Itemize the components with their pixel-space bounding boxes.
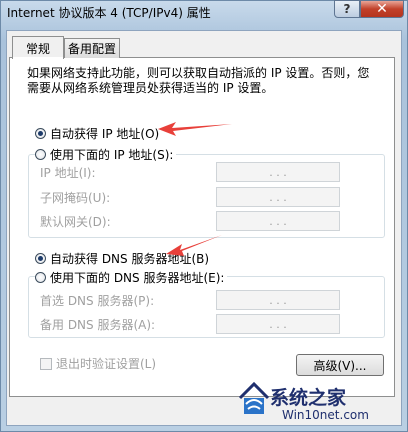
- tab-alternate-config-label: 备用配置: [67, 42, 116, 56]
- tab-alternate-config[interactable]: 备用配置: [64, 38, 120, 58]
- tab-join: [13, 57, 63, 59]
- watermark-url: Win10net.com: [282, 408, 369, 422]
- arrow-icon: [166, 235, 222, 256]
- tab-general-label: 常规: [25, 41, 50, 56]
- tab-general[interactable]: 常规: [12, 36, 64, 59]
- annotation-arrows: [158, 122, 232, 256]
- house-logo-icon: [238, 381, 270, 414]
- arrow-icon: [158, 122, 232, 136]
- watermark-brand: 系统之家: [270, 387, 347, 409]
